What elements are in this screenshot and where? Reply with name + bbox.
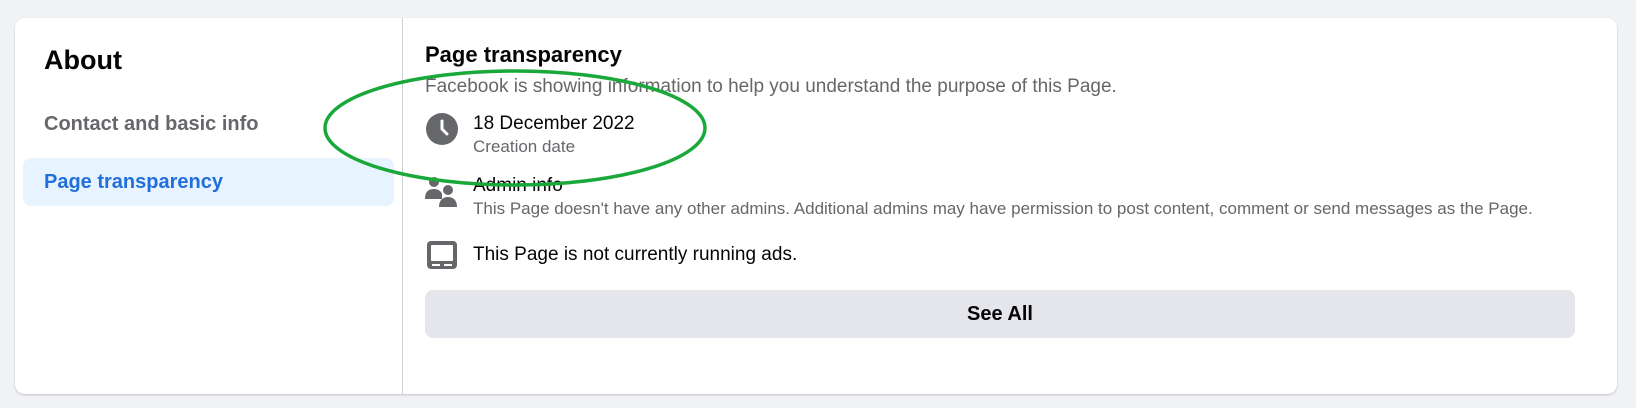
page-transparency-section: Page transparency Facebook is showing in… (403, 18, 1617, 394)
admin-info-title: Admin info (473, 175, 563, 196)
ads-status-text: This Page is not currently running ads. (473, 244, 798, 265)
creation-date-value: 18 December 2022 (473, 113, 635, 134)
creation-date-row: 18 December 2022 Creation date (425, 112, 1595, 158)
clock-icon (425, 112, 459, 146)
admins-icon (425, 174, 459, 208)
about-card: About Contact and basic info Page transp… (15, 18, 1617, 394)
about-sidebar: About Contact and basic info Page transp… (15, 18, 403, 394)
section-subtitle: Facebook is showing information to help … (425, 76, 1117, 97)
see-all-button[interactable]: See All (425, 290, 1575, 338)
creation-date-label: Creation date (473, 137, 576, 156)
admin-info-row: Admin info This Page doesn't have any ot… (425, 174, 1595, 220)
section-title: Page transparency (425, 42, 622, 67)
sidebar-item-contact-basic-info[interactable]: Contact and basic info (23, 100, 394, 148)
sidebar-title: About (44, 45, 122, 75)
admin-info-description: This Page doesn't have any other admins.… (473, 199, 1533, 218)
sidebar-item-page-transparency[interactable]: Page transparency (23, 158, 394, 206)
ads-row: This Page is not currently running ads. (425, 238, 1595, 272)
ads-screen-icon (425, 238, 459, 272)
